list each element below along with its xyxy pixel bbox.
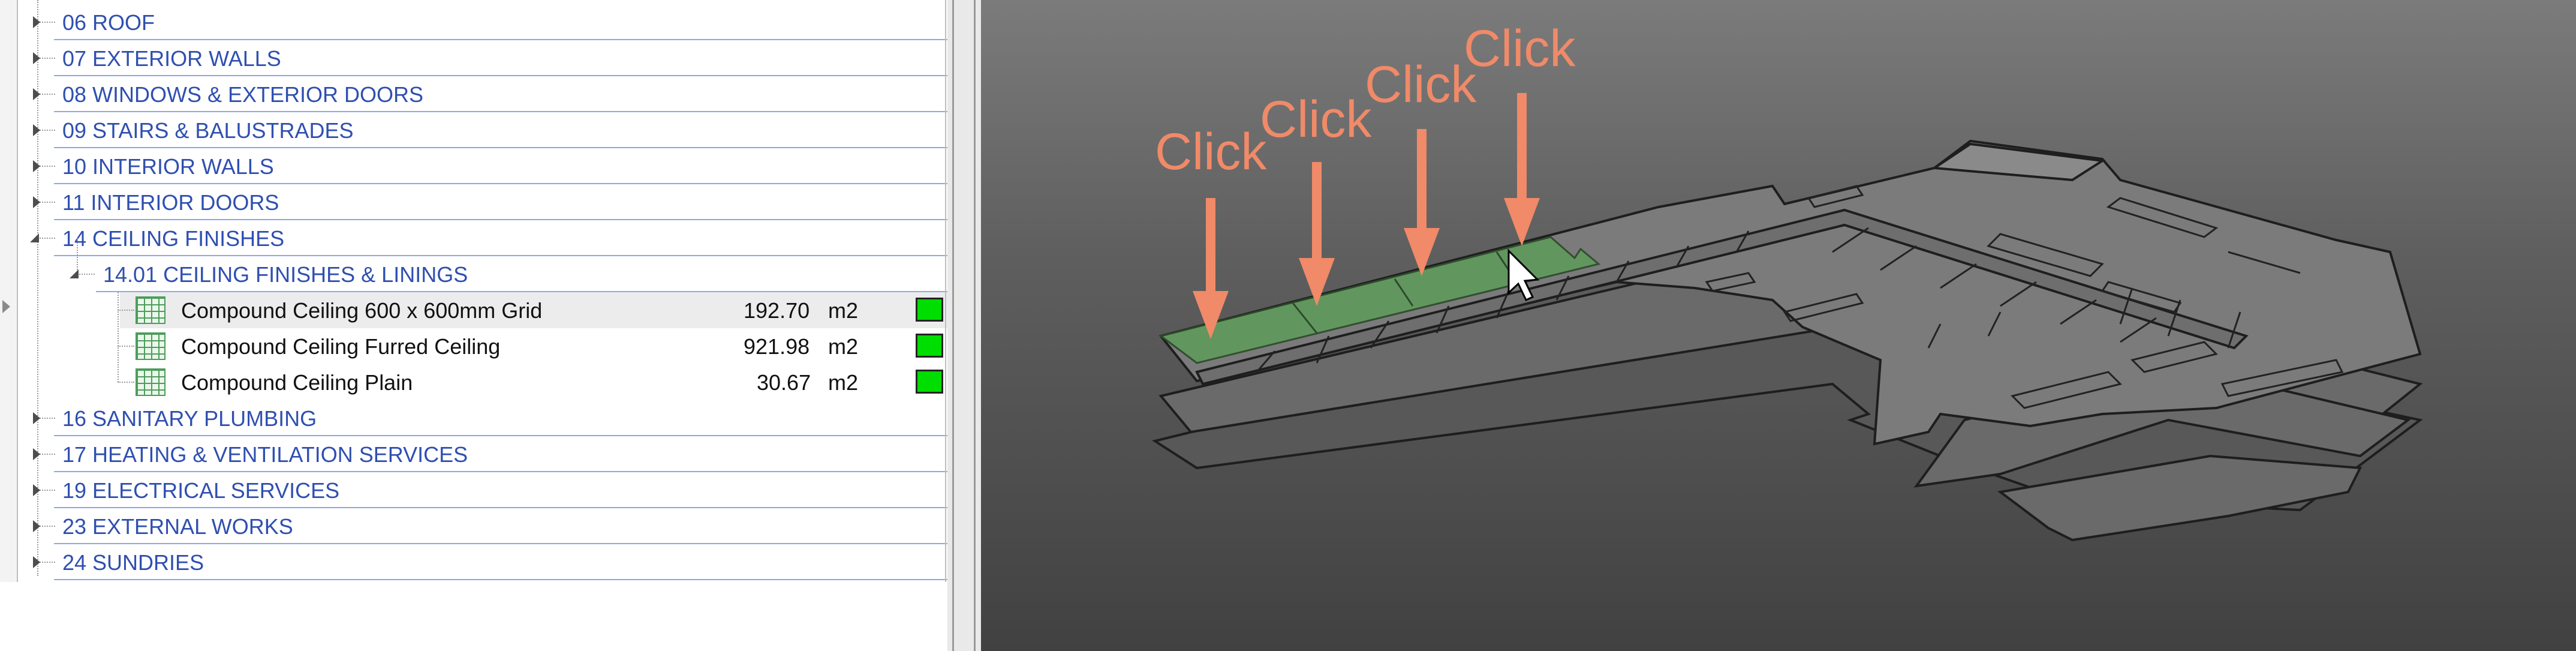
- expand-triangle-icon[interactable]: [33, 160, 40, 172]
- tree-row-08-windows-exterior-doors[interactable]: 08 WINDOWS & EXTERIOR DOORS: [0, 76, 947, 112]
- tree-row-06-roof[interactable]: 06 ROOF: [0, 4, 947, 40]
- arrow-shaft-4: [1517, 93, 1527, 201]
- item-label: Compound Ceiling Plain: [181, 370, 413, 395]
- category-label: 14 CEILING FINISHES: [62, 226, 285, 251]
- item-unit: m2: [828, 334, 859, 359]
- category-label: 07 EXTERIOR WALLS: [62, 46, 281, 71]
- tree-row-14-01-ceiling-finishes-linings[interactable]: 14.01 CEILING FINISHES & LININGS: [0, 238, 947, 292]
- item-quantity: 192.70: [744, 298, 810, 323]
- grid-ceiling-icon: [136, 332, 165, 360]
- tree-row-17-heating-ventilation[interactable]: 17 HEATING & VENTILATION SERVICES: [0, 436, 947, 472]
- takeoff-tree-panel: 06 ROOF 07 EXTERIOR WALLS 08 WINDOWS & E…: [0, 0, 947, 651]
- category-label: 06 ROOF: [62, 10, 155, 35]
- category-label: 08 WINDOWS & EXTERIOR DOORS: [62, 82, 424, 107]
- click-annotation-label: Click: [1365, 56, 1477, 113]
- color-swatch[interactable]: [916, 298, 943, 322]
- building-model-render[interactable]: Click Click Click Click: [981, 0, 2576, 651]
- category-label: 16 SANITARY PLUMBING: [62, 406, 317, 431]
- tree-row-14-ceiling-finishes[interactable]: 14 CEILING FINISHES: [0, 220, 947, 256]
- click-annotation-label: Click: [1464, 20, 1576, 77]
- expand-triangle-icon[interactable]: [33, 484, 40, 496]
- subcategory-label: 14.01 CEILING FINISHES & LININGS: [103, 262, 468, 287]
- item-quantity: 30.67: [757, 370, 811, 395]
- panel-splitter[interactable]: [947, 0, 981, 651]
- color-swatch[interactable]: [916, 370, 943, 394]
- arrow-shaft-1: [1206, 198, 1215, 294]
- collapse-triangle-icon[interactable]: [30, 233, 39, 242]
- item-label: Compound Ceiling 600 x 600mm Grid: [181, 298, 543, 323]
- expand-triangle-icon[interactable]: [33, 520, 40, 532]
- click-annotation-label: Click: [1260, 91, 1372, 148]
- tree-row-item[interactable]: Compound Ceiling 600 x 600mm Grid 192.70…: [0, 292, 947, 328]
- grid-ceiling-icon: [136, 296, 165, 324]
- expand-triangle-icon[interactable]: [33, 52, 40, 64]
- category-label: 09 STAIRS & BALUSTRADES: [62, 118, 354, 143]
- expand-triangle-icon[interactable]: [33, 196, 40, 208]
- tree-row-11-interior-doors[interactable]: 11 INTERIOR DOORS: [0, 184, 947, 220]
- tree-row-23-external-works[interactable]: 23 EXTERNAL WORKS: [0, 508, 947, 544]
- tree-row-item[interactable]: Compound Ceiling Plain 30.67 m2: [0, 364, 947, 400]
- expand-triangle-icon[interactable]: [33, 88, 40, 100]
- tree-row-10-interior-walls[interactable]: 10 INTERIOR WALLS: [0, 148, 947, 184]
- category-label: 19 ELECTRICAL SERVICES: [62, 478, 340, 503]
- expand-triangle-icon[interactable]: [33, 448, 40, 460]
- category-label: 11 INTERIOR DOORS: [62, 190, 279, 215]
- category-label: 17 HEATING & VENTILATION SERVICES: [62, 442, 468, 467]
- expand-triangle-icon[interactable]: [33, 412, 40, 424]
- category-label: 23 EXTERNAL WORKS: [62, 514, 293, 539]
- category-label: 24 SUNDRIES: [62, 550, 204, 575]
- arrow-shaft-3: [1417, 129, 1427, 231]
- 3d-model-viewport[interactable]: Click Click Click Click: [981, 0, 2576, 651]
- tree-row-07-exterior-walls[interactable]: 07 EXTERIOR WALLS: [0, 40, 947, 76]
- item-unit: m2: [828, 370, 859, 395]
- expand-triangle-icon[interactable]: [33, 556, 40, 568]
- arrow-shaft-2: [1312, 162, 1322, 261]
- tree-row-24-sundries[interactable]: 24 SUNDRIES: [0, 544, 947, 580]
- tree-row-19-electrical-services[interactable]: 19 ELECTRICAL SERVICES: [0, 472, 947, 508]
- panel-border: [945, 0, 946, 582]
- expand-triangle-icon[interactable]: [33, 124, 40, 136]
- tree-row-09-stairs-balustrades[interactable]: 09 STAIRS & BALUSTRADES: [0, 112, 947, 148]
- tree-row-16-sanitary-plumbing[interactable]: 16 SANITARY PLUMBING: [0, 400, 947, 436]
- click-annotation-label: Click: [1155, 123, 1267, 181]
- item-unit: m2: [828, 298, 859, 323]
- item-quantity: 921.98: [744, 334, 810, 359]
- collapse-triangle-icon[interactable]: [70, 269, 79, 278]
- grid-ceiling-icon: [136, 368, 165, 396]
- expand-triangle-icon[interactable]: [33, 16, 40, 28]
- category-label: 10 INTERIOR WALLS: [62, 154, 274, 179]
- color-swatch[interactable]: [916, 334, 943, 358]
- item-label: Compound Ceiling Furred Ceiling: [181, 334, 501, 359]
- tree-row-item[interactable]: Compound Ceiling Furred Ceiling 921.98 m…: [0, 328, 947, 364]
